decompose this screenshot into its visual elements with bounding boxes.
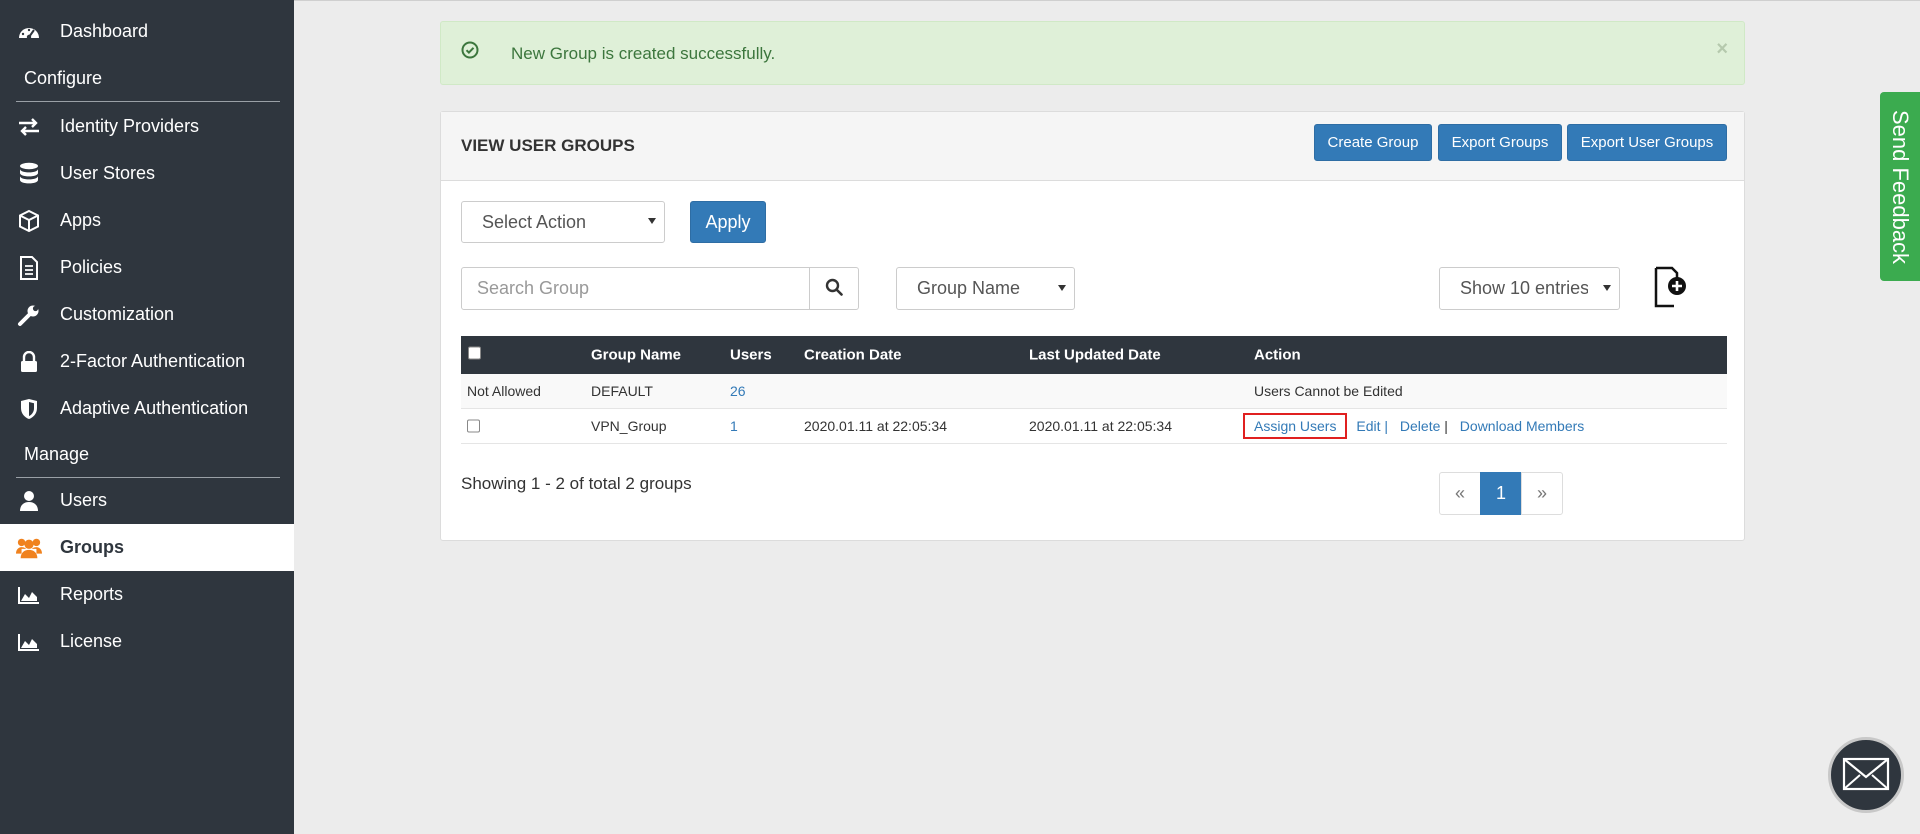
sidebar-item-users[interactable]: Users — [0, 477, 294, 524]
sidebar-item-license[interactable]: License — [0, 618, 294, 665]
header-creation-date[interactable]: Creation Date — [804, 347, 902, 364]
sidebar-item-groups[interactable]: Groups — [0, 524, 294, 571]
creation-date: 2020.01.11 at 22:05:34 — [804, 418, 947, 434]
dashboard-icon — [16, 19, 42, 45]
group-name: DEFAULT — [591, 383, 653, 399]
success-alert: New Group is created successfully. × — [440, 21, 1745, 85]
row-checkbox[interactable] — [467, 419, 480, 433]
apply-button[interactable]: Apply — [690, 201, 766, 243]
select-all-checkbox[interactable] — [468, 346, 481, 360]
top-border — [294, 0, 1920, 1]
header-users[interactable]: Users — [730, 347, 772, 364]
sidebar-item-adaptive-auth[interactable]: Adaptive Authentication — [0, 385, 294, 432]
sidebar: Dashboard Configure Identity Providers U… — [0, 0, 294, 834]
entries-per-page-dropdown[interactable]: Show 10 entries — [1439, 267, 1620, 310]
shield-icon — [16, 396, 42, 422]
users-count-link[interactable]: 26 — [730, 383, 746, 399]
sidebar-item-reports[interactable]: Reports — [0, 571, 294, 618]
section-manage: Manage — [24, 444, 90, 464]
sidebar-item-label: Reports — [60, 584, 124, 604]
sidebar-item-user-stores[interactable]: User Stores — [0, 150, 294, 197]
search-group-input[interactable] — [461, 267, 810, 310]
caret-down-icon — [1058, 284, 1066, 291]
edit-link[interactable]: Edit — [1356, 418, 1380, 434]
showing-count: Showing 1 - 2 of total 2 groups — [461, 474, 692, 493]
table-header: Group Name Users Creation Date Last Upda… — [461, 336, 1727, 374]
pagination-prev[interactable]: « — [1439, 472, 1481, 515]
search-icon — [825, 278, 843, 299]
sidebar-item-label: Users — [60, 490, 108, 510]
sidebar-item-customization[interactable]: Customization — [0, 291, 294, 338]
document-icon — [16, 255, 42, 281]
sidebar-item-policies[interactable]: Policies — [0, 244, 294, 291]
users-count-link[interactable]: 1 — [730, 418, 738, 434]
delete-link[interactable]: Delete — [1400, 418, 1440, 434]
close-icon[interactable]: × — [1716, 38, 1728, 61]
database-icon — [16, 161, 42, 187]
header-last-updated[interactable]: Last Updated Date — [1029, 347, 1161, 364]
groups-table: Group Name Users Creation Date Last Upda… — [461, 336, 1727, 444]
area-chart-icon — [16, 629, 42, 655]
separator: | — [1444, 418, 1448, 434]
group-name: VPN_Group — [591, 418, 667, 434]
row-select-status: Not Allowed — [467, 383, 541, 399]
envelope-icon — [1842, 757, 1890, 794]
sidebar-item-2fa[interactable]: 2-Factor Authentication — [0, 338, 294, 385]
panel-header: VIEW USER GROUPS Create Group Export Gro… — [441, 112, 1744, 181]
sidebar-item-identity-providers[interactable]: Identity Providers — [0, 103, 294, 150]
arrows-exchange-icon — [16, 114, 42, 140]
sidebar-item-label: Policies — [60, 257, 123, 277]
alert-message: New Group is created successfully. — [511, 44, 776, 63]
lock-icon — [16, 349, 42, 375]
sidebar-item-label: Apps — [60, 210, 102, 230]
export-user-groups-button[interactable]: Export User Groups — [1567, 124, 1727, 161]
send-feedback-label: Send Feedback — [1888, 109, 1914, 264]
pagination-next[interactable]: » — [1521, 472, 1563, 515]
section-configure: Configure — [24, 68, 103, 88]
select-action-value: Select Action — [482, 211, 587, 232]
separator: | — [1384, 418, 1389, 434]
filter-value: Group Name — [917, 278, 1021, 298]
add-file-icon[interactable] — [1653, 266, 1689, 308]
sidebar-item-label: Identity Providers — [60, 116, 200, 136]
search-button[interactable] — [809, 267, 859, 310]
pagination-page-1[interactable]: 1 — [1480, 472, 1522, 515]
wrench-icon — [16, 302, 42, 328]
sidebar-item-label: User Stores — [60, 163, 156, 183]
sidebar-item-apps[interactable]: Apps — [0, 197, 294, 244]
download-members-link[interactable]: Download Members — [1460, 418, 1585, 434]
mail-button[interactable] — [1828, 737, 1904, 813]
group-name-filter-dropdown[interactable]: Group Name — [896, 267, 1075, 310]
export-groups-button[interactable]: Export Groups — [1438, 124, 1562, 161]
header-action: Action — [1254, 346, 1301, 364]
area-chart-icon — [16, 582, 42, 608]
send-feedback-tab[interactable]: Send Feedback — [1880, 92, 1920, 281]
entries-value: Show 10 entries — [1460, 278, 1588, 298]
user-groups-panel: VIEW USER GROUPS Create Group Export Gro… — [440, 111, 1745, 541]
check-circle-icon — [461, 41, 479, 62]
caret-down-icon — [1603, 284, 1611, 291]
action-text: Users Cannot be Edited — [1254, 383, 1403, 399]
sidebar-item-dashboard[interactable]: Dashboard — [0, 8, 294, 55]
table-row: Not Allowed DEFAULT 26 Users Cannot be E… — [461, 374, 1727, 409]
divider — [16, 101, 280, 102]
header-group-name[interactable]: Group Name — [591, 347, 681, 364]
table-row: VPN_Group 1 2020.01.11 at 22:05:34 2020.… — [461, 409, 1727, 444]
sidebar-item-label: Adaptive Authentication — [60, 398, 249, 418]
users-group-icon — [16, 535, 42, 561]
sidebar-item-label: Customization — [60, 304, 175, 324]
sidebar-item-label: Groups — [60, 537, 125, 557]
caret-down-icon — [648, 218, 656, 224]
user-icon — [16, 488, 42, 514]
sidebar-item-label: License — [60, 631, 123, 651]
last-updated-date: 2020.01.11 at 22:05:34 — [1029, 418, 1172, 434]
sidebar-item-label: 2-Factor Authentication — [60, 351, 246, 371]
page-title: VIEW USER GROUPS — [461, 136, 635, 155]
sidebar-item-label: Dashboard — [60, 21, 149, 41]
cube-icon — [16, 208, 42, 234]
assign-users-link[interactable]: Assign Users — [1242, 413, 1348, 439]
select-action-dropdown[interactable]: Select Action — [461, 201, 665, 243]
create-group-button[interactable]: Create Group — [1314, 124, 1432, 161]
row-actions: Assign Users Edit | Delete | Download Me… — [1242, 413, 1585, 439]
